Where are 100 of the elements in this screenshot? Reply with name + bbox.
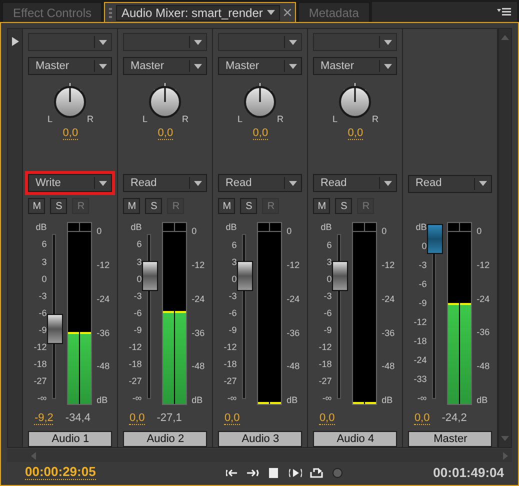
track-name-button[interactable]: Audio 3 <box>218 430 302 447</box>
go-to-out-icon[interactable] <box>246 468 260 478</box>
play-in-to-out-icon[interactable] <box>288 468 302 478</box>
caret-icon[interactable] <box>384 180 392 186</box>
grip-icon[interactable] <box>109 8 112 18</box>
toggle-button[interactable]: S <box>240 198 258 214</box>
caret-icon[interactable] <box>99 64 108 68</box>
dropdown[interactable]: Master <box>28 57 112 75</box>
fader-handle[interactable] <box>236 260 253 291</box>
pan-right-label: R <box>276 113 284 126</box>
scale-label: -33 <box>414 374 427 384</box>
caret-icon[interactable] <box>479 181 488 186</box>
caret-icon[interactable] <box>384 64 392 68</box>
toggle-button[interactable]: M <box>123 198 140 214</box>
scale-label: -18 <box>34 358 47 369</box>
scale-label: -36 <box>96 328 111 338</box>
peak-indicator <box>256 222 282 232</box>
scale-label: -12 <box>318 342 332 352</box>
scale-label: 0 <box>422 241 427 252</box>
caret-icon[interactable] <box>289 180 298 186</box>
loop-icon[interactable] <box>310 468 322 478</box>
scale-label: 6 <box>232 240 237 250</box>
scale-label: -18 <box>318 358 332 369</box>
scale-label: dB <box>416 222 427 232</box>
scale-label: -3 <box>38 290 47 301</box>
scale-label: 0 <box>42 274 47 284</box>
pan-left-label: L <box>332 113 338 126</box>
track-name-button[interactable]: Audio 2 <box>123 431 208 447</box>
caret-icon[interactable] <box>99 180 108 186</box>
scale-label: -48 <box>476 361 491 372</box>
scale-label: -12 <box>286 260 301 270</box>
track-name-button[interactable]: Audio 1 <box>28 431 112 447</box>
go-to-in-icon[interactable] <box>226 468 238 478</box>
fader-value[interactable]: 0,0 <box>129 412 145 424</box>
dropdown[interactable]: Read <box>123 174 208 192</box>
dropdown[interactable]: Write <box>28 174 112 192</box>
scale-label: 6 <box>42 239 47 250</box>
toggle-button[interactable]: S <box>50 198 68 214</box>
scale-label: 0 <box>96 226 103 236</box>
scale-label: -6 <box>38 308 47 318</box>
dropdown[interactable]: Master <box>313 57 398 75</box>
scale-label: -3 <box>418 260 427 270</box>
dropdown[interactable]: Read <box>218 174 302 192</box>
peak-value: -24,2 <box>442 410 467 426</box>
scale-label: -6 <box>324 308 332 318</box>
pan-left-label: L <box>237 113 242 126</box>
scale-label: 0 <box>192 226 198 236</box>
scale-label: 6 <box>136 239 142 250</box>
stop-icon[interactable] <box>268 468 280 478</box>
toggle-button[interactable]: S <box>145 198 162 214</box>
fader-value[interactable]: -9,2 <box>34 412 54 424</box>
caret-icon[interactable] <box>194 180 202 186</box>
expand-icon[interactable] <box>12 37 19 46</box>
toggle-button[interactable]: M <box>218 198 236 214</box>
dropdown[interactable]: Read <box>313 174 398 192</box>
scale-label: -36 <box>286 328 301 338</box>
scale-label: -12 <box>224 342 237 352</box>
fader-handle[interactable] <box>142 260 158 291</box>
toggle-button[interactable]: S <box>335 198 352 214</box>
scale-label: -18 <box>414 336 427 346</box>
scale-label: -18 <box>224 358 237 369</box>
scale-label: -9 <box>418 298 427 308</box>
fader-handle[interactable] <box>426 224 443 254</box>
caret-icon[interactable] <box>266 10 275 15</box>
pan-value[interactable]: 0,0 <box>348 126 364 140</box>
scale-label: 0 <box>326 274 332 284</box>
scale-label: -24 <box>414 355 427 365</box>
scale-label: 3 <box>42 256 47 266</box>
panel-menu-icon[interactable] <box>497 8 511 16</box>
scale-label: -48 <box>192 361 206 372</box>
caret-icon[interactable] <box>194 64 202 68</box>
scale-label: -24 <box>476 294 491 304</box>
fader-value[interactable]: 0,0 <box>414 412 430 424</box>
fader-value[interactable]: 0,0 <box>224 412 240 425</box>
scale-label: dB <box>382 395 394 406</box>
fader-handle[interactable] <box>332 260 348 291</box>
dropdown[interactable]: Read <box>408 174 492 192</box>
scale-label: -3 <box>228 290 237 301</box>
pan-left-label: L <box>142 113 148 126</box>
current-timecode[interactable]: 00:00:29:05 <box>25 465 96 480</box>
pan-value[interactable]: 0,0 <box>252 126 268 140</box>
dropdown[interactable]: Master <box>218 57 302 75</box>
fader-handle[interactable] <box>46 314 63 344</box>
toggle-button[interactable]: M <box>313 198 330 214</box>
scale-label: -∞ <box>227 393 237 404</box>
scale-label: -∞ <box>417 392 427 403</box>
pan-value[interactable]: 0,0 <box>62 126 78 140</box>
toggle-button[interactable]: M <box>28 198 46 214</box>
track-name-button[interactable]: Audio 4 <box>313 430 398 447</box>
track-name-button[interactable]: Master <box>408 431 492 447</box>
scale-label: dB <box>96 394 109 405</box>
duration-timecode: 00:01:49:04 <box>433 464 504 482</box>
pan-value[interactable]: 0,0 <box>158 126 174 140</box>
tab[interactable]: Audio Mixer: smart_render <box>104 2 296 22</box>
scale-label: -27 <box>128 376 142 386</box>
dropdown[interactable]: Master <box>123 57 208 75</box>
caret-icon[interactable] <box>289 64 298 68</box>
fader-value[interactable]: 0,0 <box>319 412 335 425</box>
close-icon[interactable] <box>284 9 291 16</box>
scale-label: -3 <box>324 290 332 301</box>
